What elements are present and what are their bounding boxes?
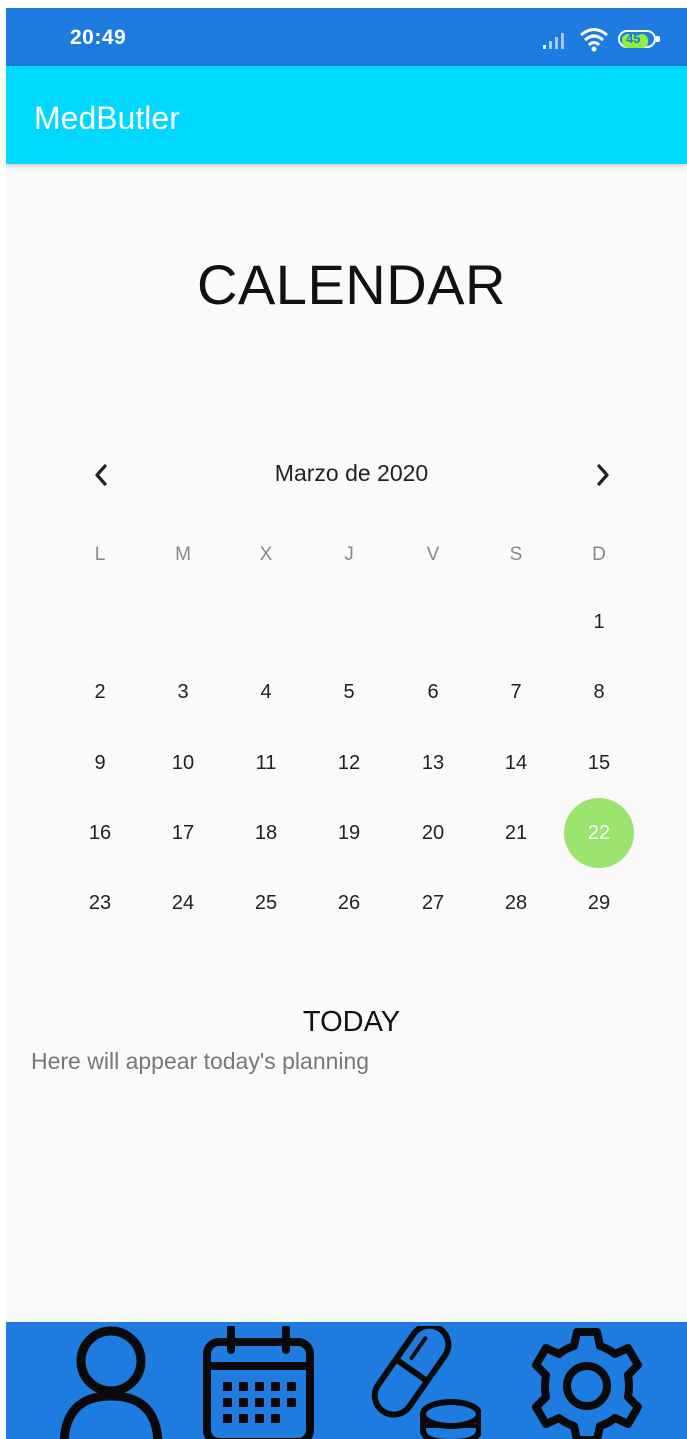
bottom-nav: [6, 1322, 687, 1439]
wifi-icon: [580, 28, 608, 52]
weekday-label: S: [509, 544, 523, 565]
signal-icon: [543, 33, 564, 49]
calendar-day[interactable]: 15: [564, 728, 634, 798]
calendar-day[interactable]: 9: [65, 728, 135, 798]
calendar-day[interactable]: 4: [231, 657, 301, 727]
page-title: CALENDAR: [197, 253, 506, 316]
profile-icon[interactable]: [56, 1326, 166, 1439]
calendar-day[interactable]: 24: [148, 868, 218, 938]
calendar-day[interactable]: 17: [148, 798, 218, 868]
calendar-day[interactable]: 23: [65, 868, 135, 938]
calendar-day[interactable]: 10: [148, 728, 218, 798]
calendar-day[interactable]: 5: [314, 657, 384, 727]
app-bar: MedButler: [6, 66, 687, 164]
app-title: MedButler: [34, 100, 180, 136]
calendar-day[interactable]: 7: [481, 657, 551, 727]
calendar-icon[interactable]: [201, 1326, 316, 1439]
calendar-day-selected[interactable]: 22: [564, 798, 634, 868]
weekday-label: J: [344, 544, 354, 565]
calendar-day[interactable]: 20: [398, 798, 468, 868]
weekday-label: D: [592, 544, 606, 565]
weekday-label: X: [259, 544, 273, 565]
calendar-day[interactable]: 25: [231, 868, 301, 938]
pill-icon[interactable]: [366, 1326, 481, 1439]
calendar-day[interactable]: 11: [231, 728, 301, 798]
weekday-label: V: [426, 544, 440, 565]
calendar-day[interactable]: 26: [314, 868, 384, 938]
calendar-day[interactable]: 6: [398, 657, 468, 727]
chevron-right-icon[interactable]: [592, 462, 614, 488]
app-screen: 20:49 45 MedButler CALENDAR Marzo de 202…: [6, 8, 687, 1439]
calendar-day[interactable]: 19: [314, 798, 384, 868]
calendar-day[interactable]: 1: [564, 587, 634, 657]
calendar-day[interactable]: 2: [65, 657, 135, 727]
calendar-day[interactable]: 28: [481, 868, 551, 938]
settings-icon[interactable]: [528, 1326, 646, 1439]
calendar-day[interactable]: 12: [314, 728, 384, 798]
battery-icon: 45: [618, 30, 662, 50]
status-time: 20:49: [70, 26, 127, 49]
calendar-day[interactable]: 27: [398, 868, 468, 938]
weekday-label: L: [94, 544, 106, 565]
today-planning-text: Here will appear today's planning: [31, 1048, 370, 1074]
calendar-day[interactable]: 3: [148, 657, 218, 727]
status-bar: 20:49 45: [6, 8, 687, 66]
calendar-day[interactable]: 21: [481, 798, 551, 868]
calendar-day[interactable]: 8: [564, 657, 634, 727]
calendar-day[interactable]: 16: [65, 798, 135, 868]
calendar-day[interactable]: 29: [564, 868, 634, 938]
battery-level: 45: [626, 31, 641, 46]
calendar-day[interactable]: 18: [231, 798, 301, 868]
calendar-day[interactable]: 13: [398, 728, 468, 798]
calendar-day[interactable]: 14: [481, 728, 551, 798]
weekday-label: M: [175, 544, 191, 565]
today-heading: TODAY: [302, 1006, 401, 1038]
month-label: Marzo de 2020: [274, 460, 429, 486]
